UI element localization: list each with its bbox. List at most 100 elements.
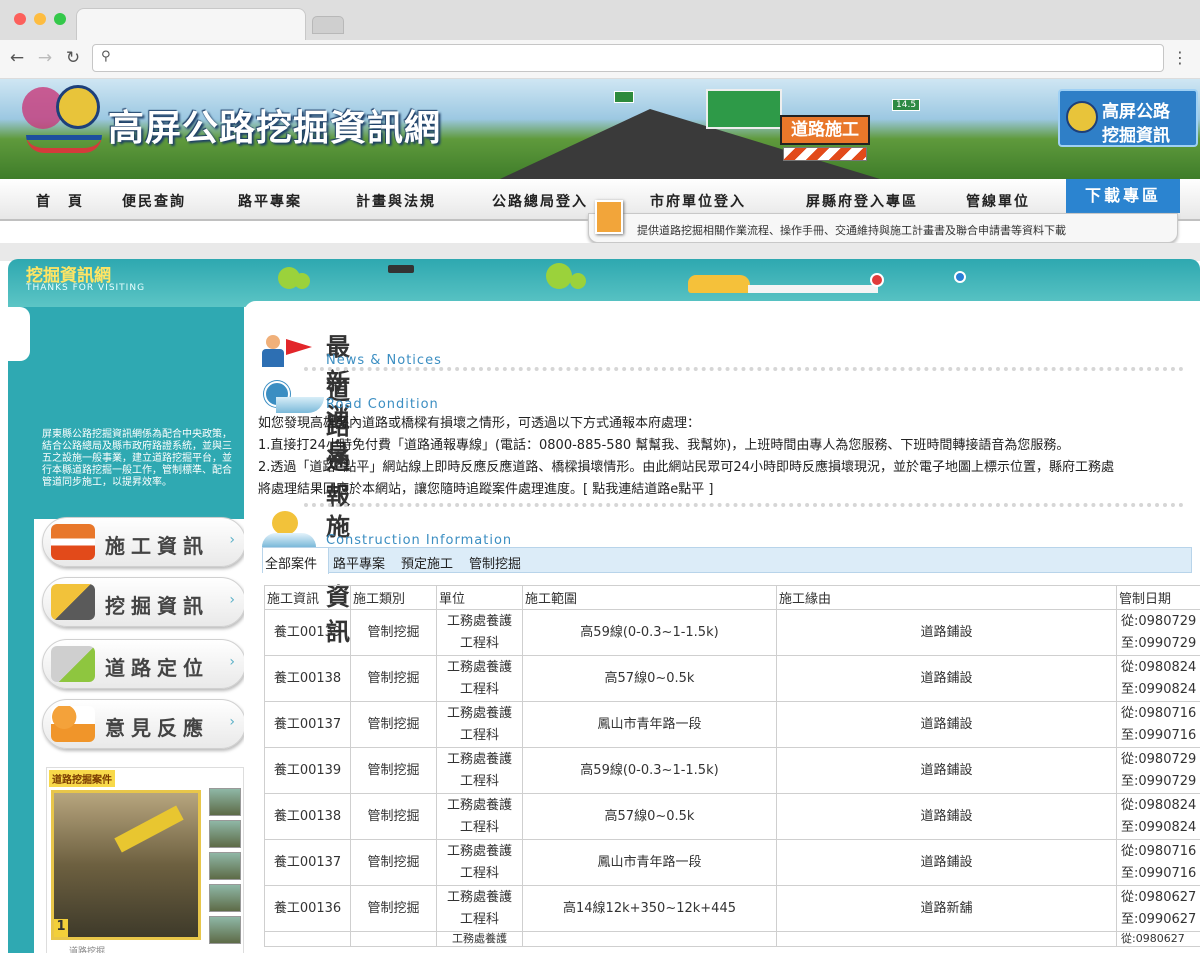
nav-item-plans-regulations[interactable]: 計畫與法規 xyxy=(356,191,436,211)
cell-date-line2: 至:0990729 xyxy=(1121,773,1197,789)
cell-date: 從:0980729 至:0990729 xyxy=(1116,747,1200,794)
cell-unit-line2: 工程科 xyxy=(459,911,499,927)
cell-date-line2: 至:0990716 xyxy=(1121,727,1197,743)
guardrail-icon xyxy=(748,285,878,293)
table-row[interactable]: 養工00137 管制挖掘 工務處養護 工程科 鳳山市青年路一段 道路鋪設 從:0980716… xyxy=(264,701,1200,748)
back-arrow-icon[interactable]: ← xyxy=(6,46,28,70)
nav-item-county-login[interactable]: 屏縣府登入專區 xyxy=(806,191,918,211)
cell-unit-line1: 工務處養護 xyxy=(446,889,512,905)
sidebar-button-location[interactable]: 道路定位 › xyxy=(42,639,246,689)
maximize-window-icon[interactable] xyxy=(54,13,66,25)
nav-item-downloads[interactable]: 下載專區 xyxy=(1066,179,1180,213)
nav-item-home[interactable]: 首 頁 xyxy=(36,191,84,211)
nav-item-public-query[interactable]: 便民查詢 xyxy=(122,191,186,211)
road-report-hotline: 1.直接打24小時免付費「道路通報專線」(電話：0800-885-580 幫幫我… xyxy=(258,438,1070,453)
cell-case-id[interactable]: 養工00139 xyxy=(264,609,351,656)
browser-toolbar: ← → ↻ ⚲ ⋮ xyxy=(0,40,1200,78)
cell-date: 從:0980729 至:0990729 xyxy=(1116,609,1200,656)
table-row[interactable]: 養工00136 管制挖掘 工務處養護 工程科 高14線12k+350~12k+445 道路… xyxy=(264,885,1200,932)
news-subtitle: News & Notices xyxy=(326,353,442,368)
forward-arrow-icon[interactable]: → xyxy=(34,46,56,70)
sidebar-tab-edge xyxy=(8,307,30,361)
cell-date-line2: 至:0990824 xyxy=(1121,681,1197,697)
tab-controlled-excavation[interactable]: 管制挖掘 xyxy=(469,553,521,572)
road-report-website: 2.透過「道路e點平」網站線上即時反應反應道路、橋樑損壞情形。由此網站民眾可24… xyxy=(258,460,1114,475)
taxi-icon xyxy=(688,275,750,293)
table-row[interactable]: 養工00138 管制挖掘 工務處養護 工程科 高57線0~0.5k 道路鋪設 從:09808… xyxy=(264,793,1200,840)
cell-unit-line1: 工務處養護 xyxy=(446,797,512,813)
table-row[interactable]: 養工00137 管制挖掘 工務處養護 工程科 鳳山市青年路一段 道路鋪設 從:0980716… xyxy=(264,839,1200,886)
cell-case-id[interactable]: 養工00138 xyxy=(264,793,351,840)
reload-icon[interactable]: ↻ xyxy=(62,46,84,70)
sidebar-button-construction[interactable]: 施工資訊 › xyxy=(42,517,246,567)
photo-thumbnail[interactable] xyxy=(209,916,241,944)
nav-item-city-login[interactable]: 市府單位登入 xyxy=(650,191,746,211)
blue-sign-icon xyxy=(954,271,966,283)
photo-thumbnail[interactable] xyxy=(209,884,241,912)
road-barrier-icon xyxy=(783,147,867,161)
table-row[interactable]: 養工00139 管制挖掘 工務處養護 工程科 高59線(0-0.3~1-1.5k) 道路鋪… xyxy=(264,609,1200,656)
person-question-icon xyxy=(51,706,95,742)
table-row[interactable]: 養工00139 管制挖掘 工務處養護 工程科 高59線(0-0.3~1-1.5k) 道路鋪… xyxy=(264,747,1200,794)
cell-unit-line1: 工務處養護 xyxy=(446,613,512,629)
excavation-photo[interactable]: 1 xyxy=(51,790,201,940)
column-header: 施工範圍 xyxy=(522,585,777,610)
partial-cell: 工務處養護 xyxy=(436,931,523,947)
photo-thumbnail[interactable] xyxy=(209,852,241,880)
partial-cell: 從:0980627 xyxy=(1116,931,1200,947)
partner-logo[interactable]: 高屏公路 挖掘資訊 xyxy=(1058,89,1198,147)
browser-menu-icon[interactable]: ⋮ xyxy=(1172,46,1188,70)
tab-road-project[interactable]: 路平專案 xyxy=(333,553,385,572)
cell-case-id[interactable]: 養工00137 xyxy=(264,839,351,886)
cell-date-line1: 從:0980716 xyxy=(1121,843,1197,859)
sidebar-button-feedback[interactable]: 意見反應 › xyxy=(42,699,246,749)
tab-all-cases[interactable]: 全部案件 xyxy=(265,553,317,572)
nav-item-highway-login[interactable]: 公路總局登入 xyxy=(492,191,588,211)
sidebar-button-excavation[interactable]: 挖掘資訊 › xyxy=(42,577,246,627)
download-subbar[interactable]: 提供道路挖掘相關作業流程、操作手冊、交通維持與施工計畫書及聯合申請書等資料下載 xyxy=(588,200,1178,243)
photo-thumbnail[interactable] xyxy=(209,788,241,816)
emblem-logo-icon xyxy=(56,85,100,129)
web-page: 高屏公路挖掘資訊網 14.5 道路施工 高屏公路 挖掘資訊 首 頁 便民查詢 路… xyxy=(0,79,1200,953)
cell-date-line2: 至:0990824 xyxy=(1121,819,1197,835)
column-header: 施工資訊 xyxy=(264,585,351,610)
cell-date: 從:0980627 至:0990627 xyxy=(1116,885,1200,932)
road-sign-icon xyxy=(262,375,324,413)
site-title[interactable]: 高屏公路挖掘資訊網 xyxy=(108,99,441,151)
cell-case-id[interactable]: 養工00137 xyxy=(264,701,351,748)
nav-item-road-project[interactable]: 路平專案 xyxy=(238,191,302,211)
table-row[interactable]: 養工00138 管制挖掘 工務處養護 工程科 高57線0~0.5k 道路鋪設 從:09808… xyxy=(264,655,1200,702)
cell-reason: 道路鋪設 xyxy=(776,793,1117,840)
cell-unit: 工務處養護 工程科 xyxy=(436,839,523,886)
cell-date: 從:0980824 至:0990824 xyxy=(1116,655,1200,702)
tab-scheduled[interactable]: 預定施工 xyxy=(401,553,453,572)
new-tab-button[interactable] xyxy=(312,16,344,34)
cell-date-line1: 從:0980627 xyxy=(1121,889,1197,905)
cell-case-id[interactable]: 養工00138 xyxy=(264,655,351,702)
cell-date: 從:0980716 至:0990716 xyxy=(1116,839,1200,886)
cell-case-id[interactable]: 養工00136 xyxy=(264,885,351,932)
sidebar-intro-text: 屏東縣公路挖掘資訊網係為配合中央政策，結合公路總局及縣市政府路證系統，並與三五之… xyxy=(42,429,232,488)
left-sidebar: 屏東縣公路挖掘資訊網係為配合中央政策，結合公路總局及縣市政府路證系統，並與三五之… xyxy=(8,307,252,953)
construction-tabs: 全部案件 路平專案 預定施工 管制挖掘 xyxy=(262,547,1192,574)
road-report-intro: 如您發現高雄縣內道路或橋樑有損壞之情形，可透過以下方式通報本府處理： xyxy=(258,416,701,431)
construction-sign-icon xyxy=(51,524,95,560)
browser-tab-active[interactable] xyxy=(76,8,306,40)
cell-type: 管制挖掘 xyxy=(350,885,437,932)
cell-date-line1: 從:0980729 xyxy=(1121,751,1197,767)
road-report-link[interactable]: 將處理結果回應於本網站，讓您隨時追蹤案件處理進度。[ 點我連結道路e點平 ] xyxy=(258,479,713,501)
cell-type: 管制挖掘 xyxy=(350,747,437,794)
construction-table: 施工資訊 施工類別 單位 施工範圍 施工緣由 管制日期 養工00139 管制挖掘工… xyxy=(264,585,1200,947)
minimize-window-icon[interactable] xyxy=(34,13,46,25)
cell-case-id[interactable]: 養工00139 xyxy=(264,747,351,794)
cell-range: 高59線(0-0.3~1-1.5k) xyxy=(522,747,777,794)
photo-thumbnail[interactable] xyxy=(209,820,241,848)
tree-icon xyxy=(546,263,572,289)
search-icon: ⚲ xyxy=(101,49,111,64)
nav-item-pipeline-unit[interactable]: 管線單位 xyxy=(966,191,1030,211)
cell-reason: 道路鋪設 xyxy=(776,609,1117,656)
close-window-icon[interactable] xyxy=(14,13,26,25)
traffic-light-icon xyxy=(388,265,414,273)
address-bar[interactable]: ⚲ xyxy=(92,44,1164,72)
cell-unit: 工務處養護 工程科 xyxy=(436,701,523,748)
